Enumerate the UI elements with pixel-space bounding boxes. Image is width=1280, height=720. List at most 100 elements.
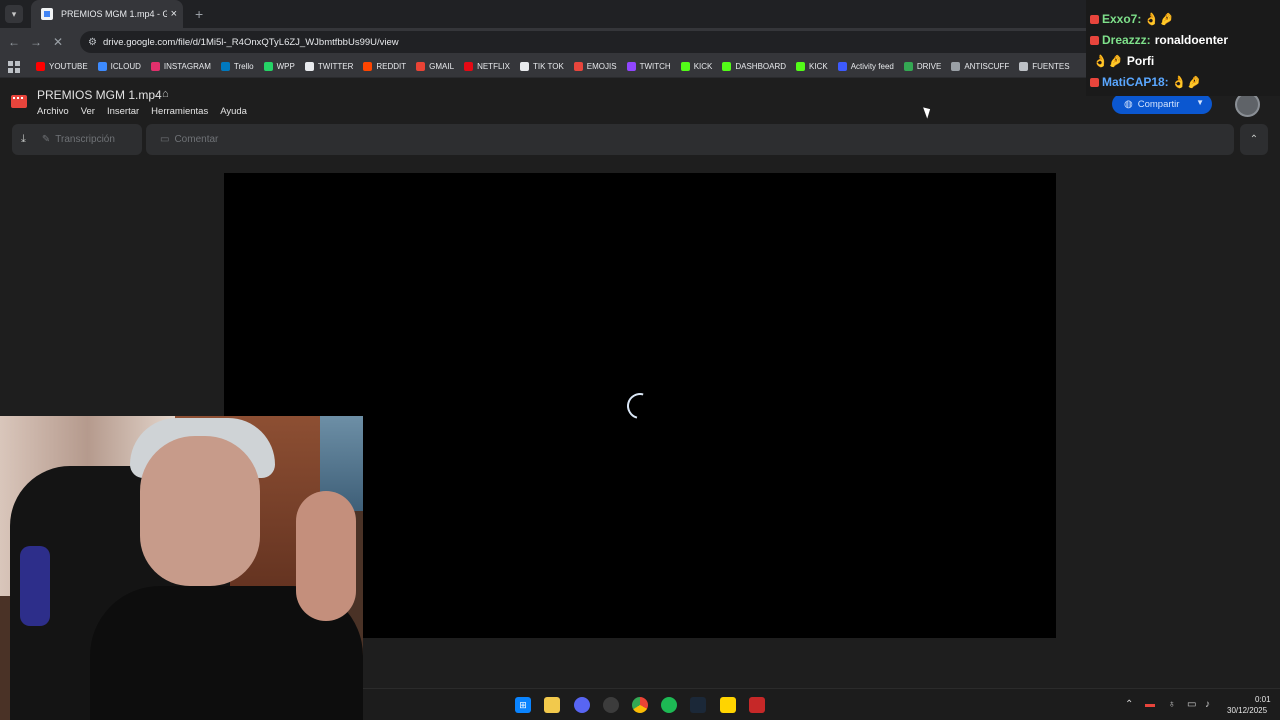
- spotify-icon[interactable]: [661, 697, 677, 713]
- chat-message: MatiCAP18: 👌🤌: [1090, 75, 1202, 89]
- network-icon[interactable]: ▭: [1187, 699, 1196, 710]
- chevron-up-icon: ⌃: [1249, 134, 1259, 145]
- volume-icon[interactable]: ♪: [1205, 699, 1210, 710]
- bookmark-item[interactable]: EMOJIS: [573, 62, 617, 71]
- bookmark-item[interactable]: KICK: [680, 62, 712, 71]
- webcam-overlay: [0, 416, 363, 720]
- chrome-icon[interactable]: [632, 697, 648, 713]
- bookmark-label: FUENTES: [1032, 62, 1070, 71]
- tab-title: PREMIOS MGM 1.mp4 - Google Drive: [61, 9, 167, 19]
- action-group-left: ⤓ ✎ Transcripción: [12, 124, 142, 155]
- bookmark-favicon-icon: [573, 62, 583, 71]
- menu-herramientas[interactable]: Herramientas: [151, 106, 208, 117]
- menu-ver[interactable]: Ver: [81, 106, 95, 117]
- bookmark-label: Activity feed: [850, 62, 894, 71]
- chevron-down-icon[interactable]: ▼: [1196, 98, 1204, 107]
- bookmark-item[interactable]: ICLOUD: [97, 62, 141, 71]
- bookmark-item[interactable]: WPP: [263, 62, 295, 71]
- bookmark-label: ANTISCUFF: [964, 62, 1010, 71]
- bookmark-item[interactable]: REDDIT: [363, 62, 406, 71]
- transcription-button[interactable]: Transcripción: [55, 134, 115, 145]
- bookmark-item[interactable]: DRIVE: [903, 62, 942, 71]
- bookmark-label: WPP: [276, 62, 295, 71]
- menu-insertar[interactable]: Insertar: [107, 106, 139, 117]
- bookmark-item[interactable]: GMAIL: [416, 62, 454, 71]
- chat-badge-icon: [1090, 14, 1099, 24]
- bookmark-favicon-icon: [416, 62, 426, 71]
- bookmark-favicon-icon: [220, 62, 230, 71]
- bookmark-item[interactable]: Activity feed: [837, 62, 894, 71]
- file-title[interactable]: PREMIOS MGM 1.mp4: [37, 88, 162, 102]
- menu-archivo[interactable]: Archivo: [37, 106, 69, 117]
- bookmark-label: ICLOUD: [110, 62, 141, 71]
- collapse-button[interactable]: ⌃: [1240, 124, 1268, 155]
- address-bar[interactable]: ⚙ drive.google.com/file/d/1Mi5l-_R4OnxQT…: [80, 31, 1100, 53]
- bookmark-item[interactable]: Trello: [220, 62, 254, 71]
- bookmark-item[interactable]: TWITTER: [304, 62, 353, 71]
- close-tab-icon[interactable]: ×: [171, 8, 177, 20]
- chat-badge-icon: [1090, 35, 1099, 45]
- loading-spinner-icon: [622, 388, 658, 424]
- voice-app-icon[interactable]: [749, 697, 765, 713]
- bookmark-favicon-icon: [150, 62, 160, 71]
- sticky-notes-icon[interactable]: [720, 697, 736, 713]
- bookmark-item[interactable]: FUENTES: [1019, 62, 1070, 71]
- chat-username: MatiCAP18:: [1102, 75, 1169, 89]
- bookmark-label: DRIVE: [916, 62, 942, 71]
- clock-date[interactable]: 30/12/2025: [1227, 706, 1267, 715]
- site-settings-icon[interactable]: ⚙: [88, 37, 97, 48]
- back-arrow-icon[interactable]: ←: [3, 35, 25, 49]
- comment-icon: ▭: [160, 134, 170, 145]
- bookmark-item[interactable]: TWITCH: [626, 62, 671, 71]
- bookmark-favicon-icon: [680, 62, 690, 71]
- new-tab-icon[interactable]: +: [195, 6, 203, 22]
- obs-icon[interactable]: [603, 697, 619, 713]
- chat-badge-icon: [1090, 77, 1099, 87]
- bookmark-item[interactable]: YOUTUBE: [36, 62, 88, 71]
- comment-button[interactable]: Comentar: [174, 134, 218, 145]
- file-explorer-icon[interactable]: [544, 697, 560, 713]
- webcam-person-hand: [296, 491, 356, 621]
- chat-text: ronaldoenter: [1154, 33, 1229, 47]
- bookmark-item[interactable]: INSTAGRAM: [150, 62, 211, 71]
- drive-favicon-icon: [41, 8, 53, 20]
- cloud-status-icon[interactable]: ⌂: [162, 88, 169, 100]
- windows-start-icon[interactable]: ⊞: [515, 697, 531, 713]
- clock-time[interactable]: 0:01: [1255, 695, 1271, 704]
- bookmark-item[interactable]: KICK: [796, 62, 828, 71]
- steam-icon[interactable]: [690, 697, 706, 713]
- bookmark-favicon-icon: [837, 62, 847, 71]
- chat-emotes: 👌🤌: [1093, 54, 1123, 68]
- forward-arrow-icon[interactable]: →: [25, 35, 47, 49]
- chat-message: Dreazzz: ronaldoenter: [1090, 33, 1228, 47]
- menu-bar: Archivo Ver Insertar Herramientas Ayuda: [37, 106, 259, 117]
- bookmark-label: KICK: [809, 62, 828, 71]
- apps-grid-icon[interactable]: [8, 60, 20, 73]
- chat-username: Dreazzz:: [1102, 33, 1151, 47]
- bookmark-item[interactable]: ANTISCUFF: [951, 62, 1009, 71]
- chat-message: Exxo7: 👌🤌: [1090, 12, 1174, 26]
- download-icon[interactable]: ⤓: [21, 133, 26, 146]
- stop-loading-icon[interactable]: ✕: [47, 35, 69, 49]
- bookmark-item[interactable]: TIK TOK: [519, 62, 564, 71]
- bookmark-item[interactable]: NETFLIX: [464, 62, 510, 71]
- show-hidden-icons-icon[interactable]: ⌃: [1125, 699, 1133, 710]
- transcription-icon: ✎: [41, 134, 51, 145]
- action-bar: ⤓ ✎ Transcripción ▭ Comentar ⌃: [12, 124, 1268, 155]
- video-file-icon: [11, 95, 27, 108]
- bookmark-label: GMAIL: [429, 62, 455, 71]
- share-button[interactable]: ◍ Compartir ▼: [1112, 94, 1212, 114]
- bookmark-label: Trello: [233, 62, 254, 71]
- bookmark-favicon-icon: [363, 62, 373, 71]
- bookmark-favicon-icon: [626, 62, 636, 71]
- bookmark-label: TIK TOK: [532, 62, 564, 71]
- microphone-icon[interactable]: ♁: [1168, 699, 1176, 710]
- browser-tab[interactable]: PREMIOS MGM 1.mp4 - Google Drive ×: [31, 0, 183, 28]
- menu-ayuda[interactable]: Ayuda: [220, 106, 247, 117]
- bookmark-item[interactable]: DASHBOARD: [722, 62, 786, 71]
- tab-search-icon[interactable]: ▾: [5, 5, 23, 23]
- tray-app-icon[interactable]: ▬: [1145, 699, 1155, 710]
- bookmark-favicon-icon: [951, 62, 961, 71]
- discord-icon[interactable]: [574, 697, 590, 713]
- bookmark-label: REDDIT: [376, 62, 407, 71]
